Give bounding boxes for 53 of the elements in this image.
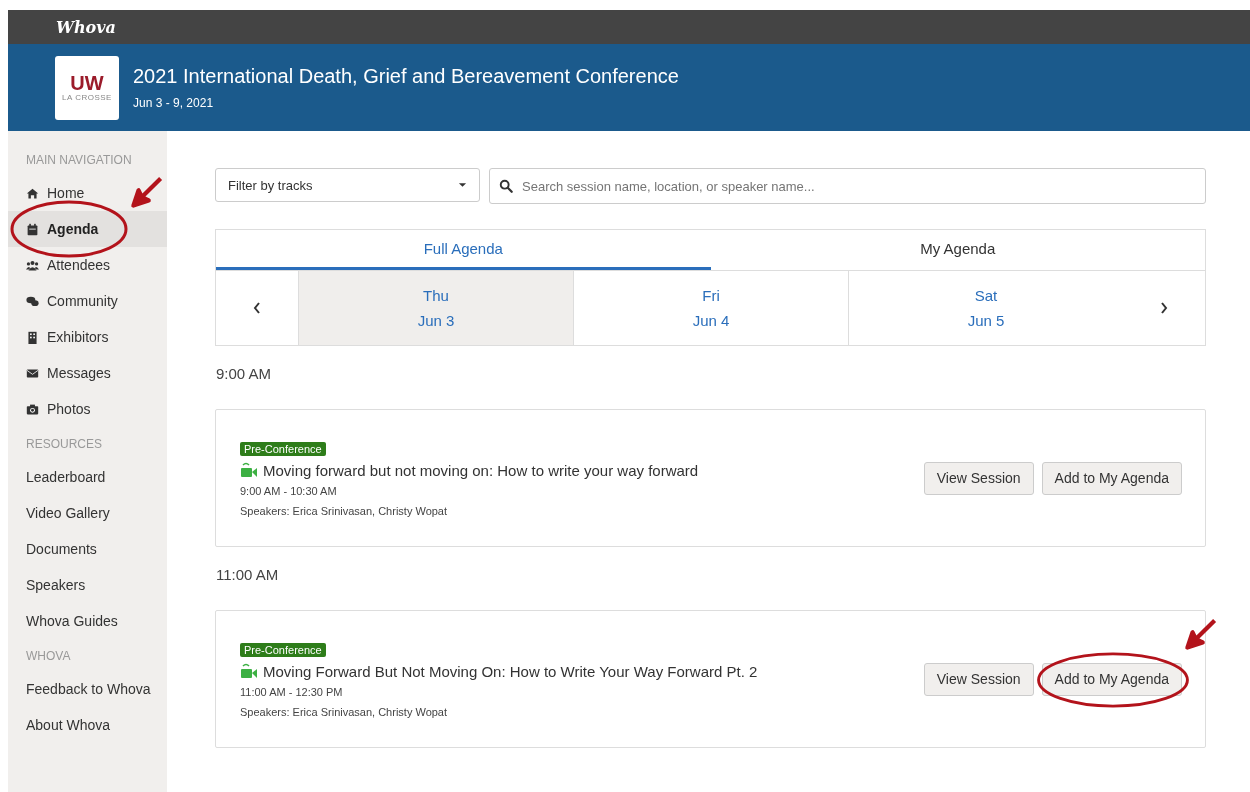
add-to-agenda-button[interactable]: Add to My Agenda <box>1041 662 1182 696</box>
section-heading: RESOURCES <box>25 436 103 453</box>
session-speakers: Speakers: Erica Srinivasan, Christy Wopat <box>240 505 449 517</box>
caret-icon <box>458 182 467 188</box>
nav-item[interactable]: Messages <box>8 355 167 391</box>
time-heading: 9:00 AM <box>216 365 273 382</box>
pointer-arrow <box>130 175 164 209</box>
brand-logo[interactable]: Whova <box>56 17 116 37</box>
nav-item[interactable]: Exhibitors <box>8 319 167 355</box>
search-field[interactable]: Search session name, location, or speaker name... <box>489 168 1206 204</box>
event-title: 2021 International Death, Grief and Bereavement Conference <box>133 65 679 88</box>
session-time: 9:00 AM - 10:30 AM <box>240 485 338 497</box>
time-heading: 11:00 AM <box>216 566 280 583</box>
track-filter-dropdown[interactable]: Filter by tracks <box>215 168 480 202</box>
session-time: 11:00 AM - 12:30 PM <box>240 686 344 698</box>
session-title[interactable]: Moving Forward But Not Moving On: How to Write Your Way Forward Pt. 2 <box>263 662 758 680</box>
nav-item[interactable]: Video Gallery <box>8 495 167 531</box>
nav-item[interactable]: Photos <box>8 391 167 427</box>
session-title[interactable]: Moving forward but not moving on: How to write your way forward <box>263 461 699 479</box>
nav-item[interactable]: Agenda <box>8 211 167 247</box>
video-icon <box>240 461 258 479</box>
mail-icon <box>26 366 39 380</box>
nav-item[interactable]: Leaderboard <box>8 459 167 495</box>
nav-item[interactable]: Community <box>8 283 167 319</box>
nav-item[interactable]: Documents <box>8 531 167 567</box>
camera-icon <box>26 402 39 416</box>
nav-item[interactable]: Whova Guides <box>8 603 167 639</box>
nav-item[interactable]: About Whova <box>8 707 167 743</box>
track-tag: Pre-Conference <box>240 643 326 657</box>
nav-item[interactable]: Home <box>8 175 167 211</box>
building-icon <box>26 330 39 344</box>
home-icon <box>26 186 39 200</box>
video-icon <box>240 662 258 680</box>
chat-icon <box>26 294 39 308</box>
track-tag: Pre-Conference <box>240 442 326 456</box>
day-tab[interactable]: Thu Jun 3 <box>298 271 573 345</box>
section-heading: WHOVA <box>25 648 72 665</box>
chevron-right-icon <box>1159 300 1169 316</box>
view-session-button[interactable]: View Session <box>923 662 1034 696</box>
add-to-agenda-button[interactable]: Add to My Agenda <box>1041 461 1182 495</box>
session-speakers: Speakers: Erica Srinivasan, Christy Wopat <box>240 706 449 718</box>
nav-item[interactable]: Attendees <box>8 247 167 283</box>
search-icon <box>499 179 513 193</box>
nav-item[interactable]: Feedback to Whova <box>8 671 167 707</box>
calendar-icon <box>26 222 39 236</box>
nav-item[interactable]: Speakers <box>8 567 167 603</box>
section-heading: MAIN NAVIGATION <box>25 152 133 169</box>
users-icon <box>26 258 39 272</box>
event-dates: Jun 3 - 9, 2021 <box>133 96 215 110</box>
chevron-left-icon <box>252 300 262 316</box>
view-session-button[interactable]: View Session <box>923 461 1034 495</box>
university-logo: UW LA CROSSE <box>55 55 119 120</box>
pointer-arrow <box>1183 616 1218 651</box>
